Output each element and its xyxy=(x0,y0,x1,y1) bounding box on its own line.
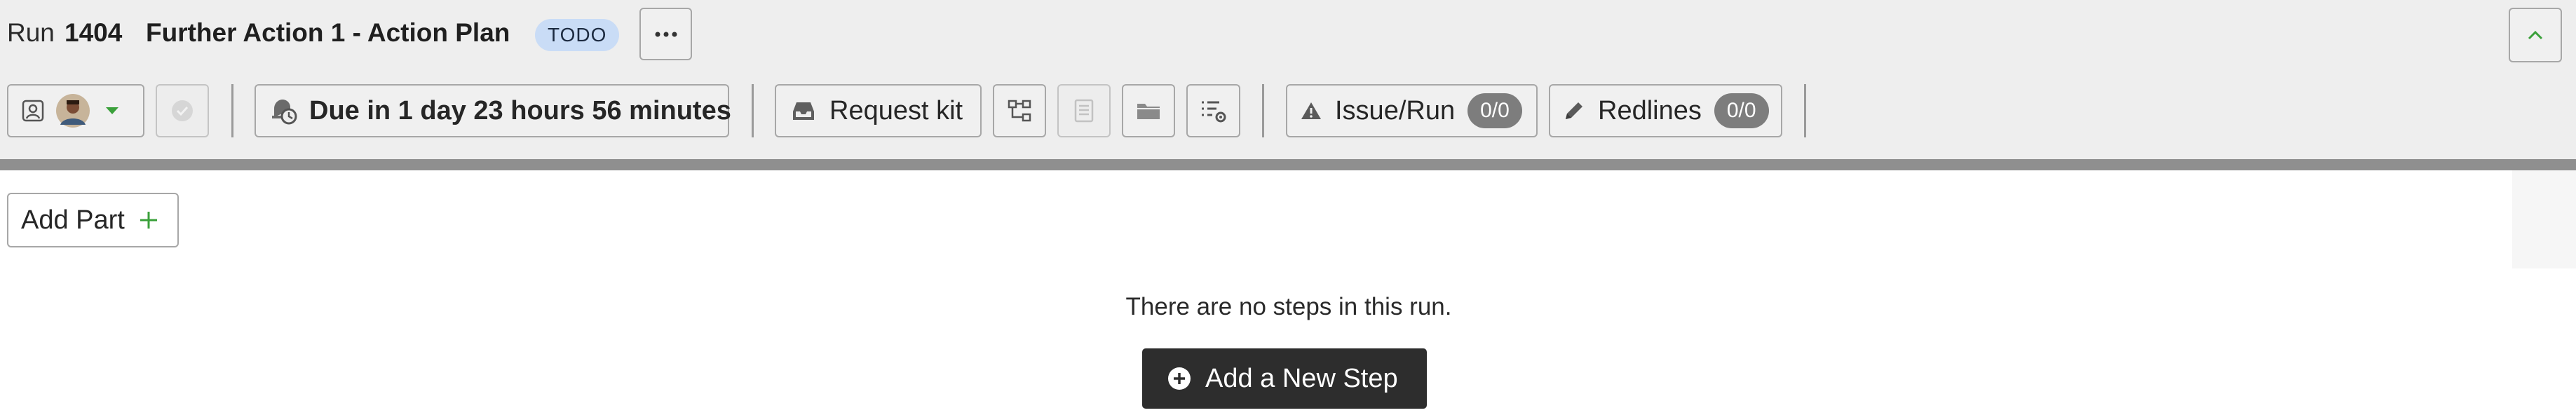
assignee-selector[interactable] xyxy=(7,84,144,137)
issue-run-count: 0/0 xyxy=(1467,93,1522,128)
request-kit-label: Request kit xyxy=(829,95,963,125)
add-part-button[interactable]: Add Part xyxy=(7,193,179,247)
warning-triangle-icon xyxy=(1300,100,1322,121)
inbox-icon xyxy=(790,99,817,123)
issue-run-label: Issue/Run xyxy=(1335,95,1456,125)
toolbar-divider xyxy=(231,84,233,137)
mark-complete-button[interactable] xyxy=(156,84,209,137)
bell-clock-icon xyxy=(269,96,298,125)
caret-down-icon xyxy=(105,106,119,116)
plus-circle-icon xyxy=(1167,367,1191,390)
redlines-label: Redlines xyxy=(1598,95,1702,125)
empty-steps-message: There are no steps in this run. xyxy=(1125,293,1452,320)
ellipsis-icon xyxy=(654,31,678,38)
header-divider xyxy=(0,159,2576,170)
add-new-step-label: Add a New Step xyxy=(1205,363,1398,393)
plus-icon xyxy=(139,210,158,230)
scrollbar-track[interactable] xyxy=(2512,170,2576,268)
pencil-icon xyxy=(1563,100,1585,122)
toolbar-divider xyxy=(1804,84,1806,137)
redlines-button[interactable]: Redlines 0/0 xyxy=(1549,84,1782,137)
folder-button[interactable] xyxy=(1122,84,1175,137)
toolbar-divider xyxy=(752,84,754,137)
run-header: Run 1404 Further Action 1 - Action Plan … xyxy=(0,0,2576,159)
list-settings-icon xyxy=(1200,98,1228,123)
run-number: 1404 xyxy=(65,18,123,47)
collapse-header-button[interactable] xyxy=(2509,8,2562,62)
check-circle-icon xyxy=(170,99,194,123)
request-kit-button[interactable]: Request kit xyxy=(775,84,982,137)
title-row: Run 1404 Further Action 1 - Action Plan … xyxy=(0,0,2576,69)
more-options-button[interactable] xyxy=(639,8,692,60)
document-button[interactable] xyxy=(1057,84,1111,137)
due-date-button[interactable]: Due in 1 day 23 hours 56 minutes xyxy=(255,84,731,137)
run-toolbar: Due in 1 day 23 hours 56 minutes Request… xyxy=(0,84,2576,137)
flow-diagram-icon xyxy=(1007,98,1032,123)
due-label: Due in 1 day 23 hours 56 minutes xyxy=(309,95,731,125)
add-new-step-button[interactable]: Add a New Step xyxy=(1142,348,1427,409)
user-avatar xyxy=(56,94,90,128)
list-settings-button[interactable] xyxy=(1186,84,1240,137)
issue-run-button[interactable]: Issue/Run 0/0 xyxy=(1286,84,1538,137)
toolbar-divider xyxy=(1262,84,1264,137)
chevron-up-icon xyxy=(2527,29,2544,41)
document-icon xyxy=(1073,98,1094,123)
contact-card-icon xyxy=(21,99,45,123)
add-part-label: Add Part xyxy=(21,205,125,235)
redlines-count: 0/0 xyxy=(1714,93,1769,128)
run-title: Further Action 1 - Action Plan xyxy=(146,18,510,47)
folder-icon xyxy=(1135,100,1162,122)
workflow-button[interactable] xyxy=(993,84,1046,137)
status-badge: TODO xyxy=(535,19,620,51)
run-label: Run xyxy=(7,18,55,47)
